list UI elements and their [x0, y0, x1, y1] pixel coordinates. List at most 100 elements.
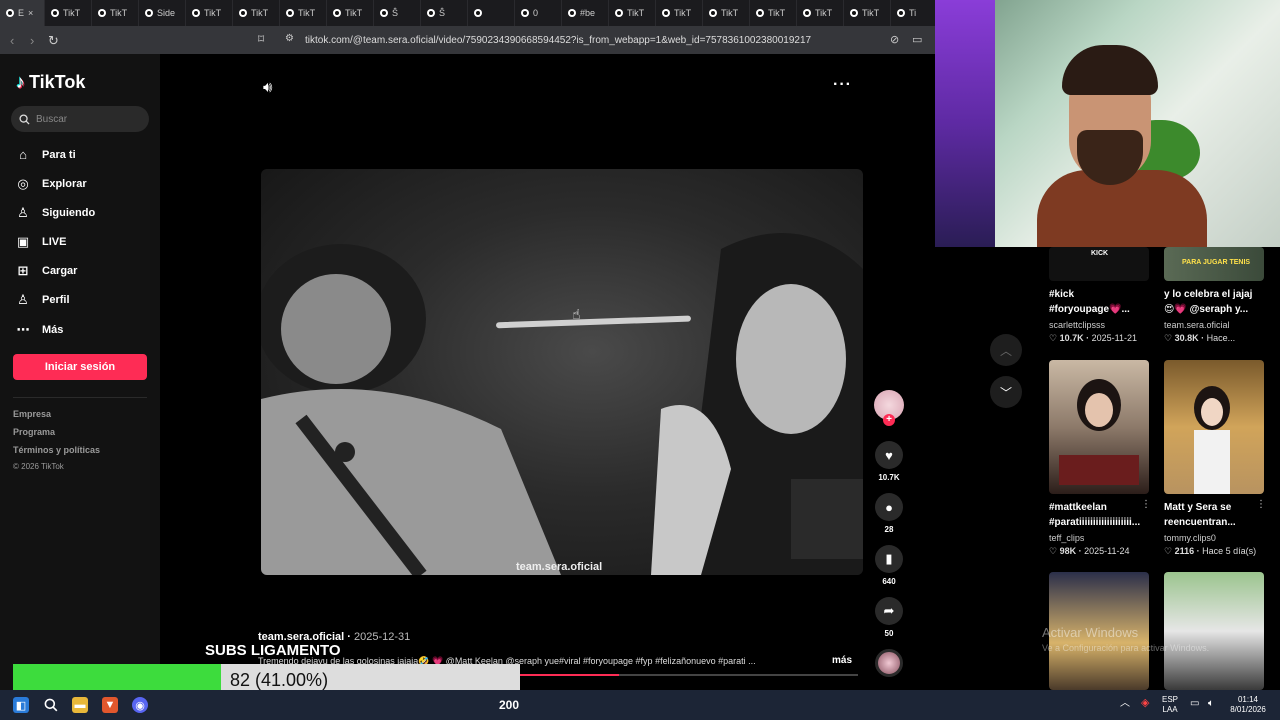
suggestion-title[interactable]: #kick #foryoupage💗...	[1049, 287, 1144, 317]
browser-tab[interactable]: Ŝ	[374, 0, 421, 26]
nav-explorar[interactable]: ◎ Explorar	[16, 176, 87, 192]
browser-tab[interactable]: TikT	[703, 0, 750, 26]
file-explorer-icon[interactable]: ▬	[72, 697, 88, 713]
browser-tab[interactable]: TikT	[656, 0, 703, 26]
forward-icon[interactable]: ›	[30, 33, 34, 48]
comment-button[interactable]: ● 28	[873, 493, 905, 534]
nav-label: Explorar	[42, 178, 87, 190]
share-button[interactable]: ➦ 50	[873, 597, 905, 638]
suggestion-thumbnail[interactable]	[1164, 360, 1264, 494]
site-info-icon[interactable]: ⚙	[285, 33, 294, 44]
browser-tab[interactable]: TikT	[609, 0, 656, 26]
language-indicator[interactable]: ESP LAA	[1162, 695, 1178, 715]
suggestion-thumbnail[interactable]: KICK	[1049, 247, 1149, 281]
clock[interactable]: 01:14 8/01/2026	[1228, 695, 1268, 715]
browser-tab[interactable]: TikT	[45, 0, 92, 26]
browser-tab[interactable]: TikT	[797, 0, 844, 26]
next-video-button[interactable]: ﹀	[990, 376, 1022, 408]
tab-favicon-icon	[850, 9, 858, 17]
suggestion-thumbnail[interactable]	[1049, 360, 1149, 494]
tab-label: Ŝ	[439, 8, 446, 18]
nav-label: LIVE	[42, 236, 67, 248]
follow-plus-icon[interactable]: +	[883, 414, 895, 426]
network-icon[interactable]: ▭	[1190, 699, 1199, 709]
tiktok-sidebar: ♪ TikTok Buscar ⌂ Para ti ◎ Explorar ♙ S…	[0, 54, 160, 690]
browser-tab[interactable]: Side	[139, 0, 186, 26]
browser-tab[interactable]: TikT	[844, 0, 891, 26]
reload-icon[interactable]: ↻	[48, 33, 59, 49]
browser-tab[interactable]: E ×	[0, 0, 45, 26]
tab-favicon-icon	[192, 9, 200, 17]
browser-tab[interactable]: TikT	[327, 0, 374, 26]
tray-app-icon[interactable]: ◈	[1141, 698, 1149, 709]
outlook-icon[interactable]: ◧	[13, 697, 29, 713]
media-icon[interactable]: ⊘	[890, 33, 899, 46]
browser-tab[interactable]: TikT	[186, 0, 233, 26]
tab-label: 0	[533, 8, 539, 18]
browser-tab[interactable]: Ti	[891, 0, 935, 26]
nav-live[interactable]: ▣ LIVE	[16, 234, 67, 250]
nav-mas[interactable]: ⋯ Más	[16, 322, 64, 338]
footer-link-programa[interactable]: Programa	[13, 427, 55, 437]
suggestion-title[interactable]: #mattkeelan #paratiiiiiiiiiiiiiiiiiii...	[1049, 500, 1144, 530]
tab-label: Side	[157, 8, 176, 18]
nav-label: Perfil	[42, 294, 70, 306]
login-button[interactable]: Iniciar sesión	[13, 354, 147, 380]
browser-tab[interactable]: Ŝ	[421, 0, 468, 26]
profile-icon: ♙	[17, 292, 29, 307]
suggestion-stats: ♡ 2116 · Hace 5 día(s)	[1164, 546, 1257, 556]
browser-tab[interactable]: #be	[562, 0, 609, 26]
back-icon[interactable]: ‹	[10, 33, 14, 48]
search-icon[interactable]	[43, 697, 59, 713]
video-frame[interactable]: team.sera.oficial	[261, 169, 863, 575]
activate-windows-subtitle: Ve a Configuración para activar Windows.	[1042, 643, 1210, 653]
tab-label: TikT	[251, 8, 269, 18]
search-input[interactable]: Buscar	[11, 106, 149, 132]
suggestion-thumbnail[interactable]: PARA JUGAR TENIS	[1164, 247, 1264, 281]
tab-favicon-icon	[521, 9, 529, 17]
browser-tab[interactable]: 0	[515, 0, 562, 26]
browser-tab[interactable]: TikT	[92, 0, 139, 26]
browser-tab[interactable]: TikT	[280, 0, 327, 26]
tab-label: TikT	[768, 8, 786, 18]
volume-icon[interactable]: 🔊︎	[263, 79, 272, 96]
nav-perfil[interactable]: ♙ Perfil	[16, 292, 70, 308]
music-disc[interactable]	[875, 649, 903, 677]
browser-tab[interactable]	[468, 0, 515, 26]
browser-tab[interactable]: TikT	[233, 0, 280, 26]
nav-cargar[interactable]: ⊞ Cargar	[16, 263, 78, 279]
suggestion-user[interactable]: tommy.clips0	[1164, 533, 1216, 543]
footer-link-empresa[interactable]: Empresa	[13, 409, 51, 419]
nav-label: Para ti	[42, 148, 76, 161]
previous-video-button[interactable]: ︿	[990, 334, 1022, 366]
tray-chevron-icon[interactable]: ︿	[1120, 699, 1130, 709]
caption-more-link[interactable]: más	[832, 655, 852, 666]
like-button[interactable]: ♥ 10.7K	[873, 441, 905, 482]
suggestion-title[interactable]: Matt y Sera se reencuentran...	[1164, 500, 1274, 530]
bookmark-icon[interactable]: ⌑	[258, 32, 264, 46]
suggestion-user[interactable]: team.sera.oficial	[1164, 320, 1230, 330]
video-scene	[261, 233, 863, 575]
suggestion-user[interactable]: scarlettclipsss	[1049, 320, 1105, 330]
brave-browser-icon[interactable]: ▼	[102, 697, 118, 713]
volume-tray-icon[interactable]: 🔈︎	[1208, 699, 1214, 709]
suggestion-title[interactable]: y lo celebra el jajaj 😍💗 @seraph y...	[1164, 287, 1274, 317]
tab-favicon-icon	[286, 9, 294, 17]
sidebar-divider	[13, 397, 147, 398]
video-watermark: team.sera.oficial	[516, 561, 603, 573]
tab-close-icon[interactable]: ×	[28, 8, 33, 18]
like-count: 10.7K	[878, 473, 900, 482]
more-options-icon[interactable]: ···	[833, 76, 852, 94]
nav-para-ti[interactable]: ⌂ Para ti	[16, 147, 76, 162]
cast-icon[interactable]: ▭	[912, 33, 922, 46]
url-text[interactable]: tiktok.com/@team.sera.oficial/video/7590…	[305, 35, 811, 46]
browser-tab[interactable]: TikT	[750, 0, 797, 26]
url-field[interactable]: ⌑ ⚙ tiktok.com/@team.sera.oficial/video/…	[250, 29, 935, 51]
discord-icon[interactable]: ◉	[132, 697, 148, 713]
save-button[interactable]: ▮ 640	[873, 545, 905, 586]
nav-siguiendo[interactable]: ♙ Siguiendo	[16, 205, 95, 221]
tiktok-logo[interactable]: ♪ TikTok	[16, 72, 85, 93]
footer-link-terminos[interactable]: Términos y políticas	[13, 445, 100, 455]
suggestion-thumbnail[interactable]	[1164, 572, 1264, 690]
suggestion-user[interactable]: teff_clips	[1049, 533, 1084, 543]
